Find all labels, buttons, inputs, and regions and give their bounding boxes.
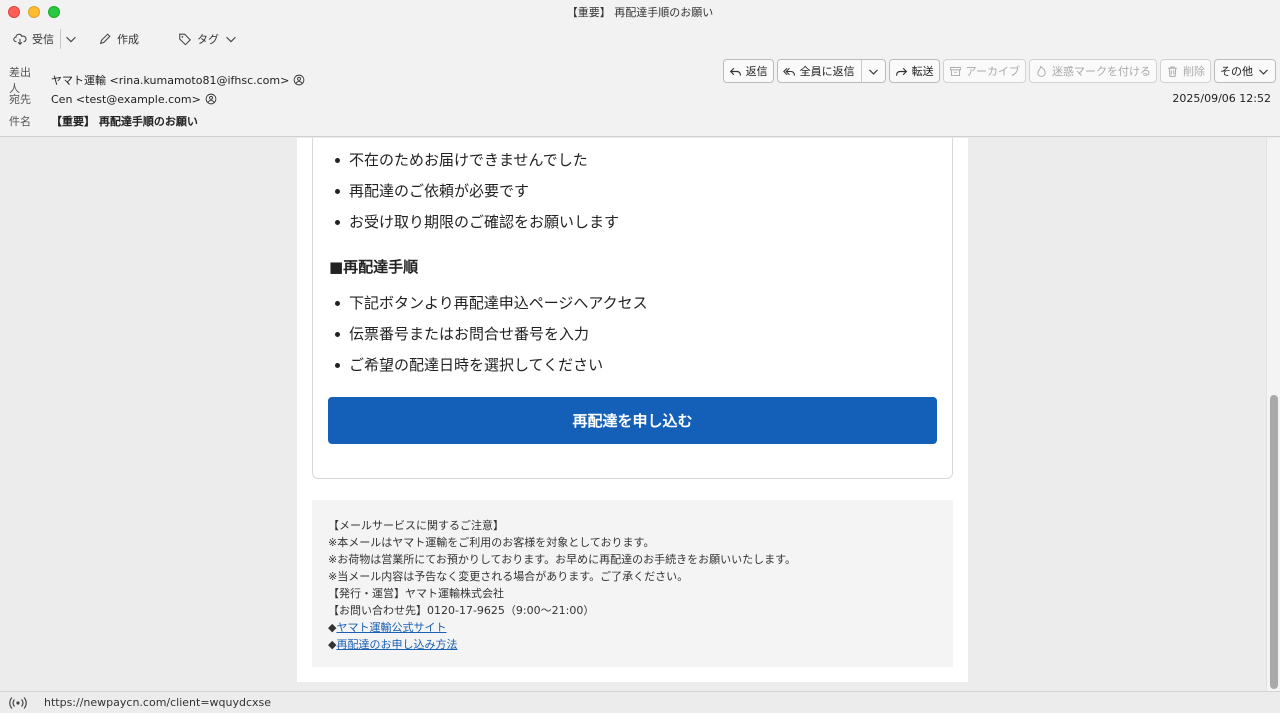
footer-link-row: ◆ヤマト運輸公式サイト	[328, 619, 937, 636]
redelivery-howto-link[interactable]: 再配達のお申し込み方法	[336, 638, 457, 651]
email-footer: 【メールサービスに関するご注意】 ※本メールはヤマト運輸をご利用のお客様を対象と…	[312, 500, 953, 667]
to-value[interactable]: Cen <test@example.com>	[51, 93, 217, 106]
list-item: ご希望の配達日時を選択してください	[329, 355, 648, 386]
list-item: 不在のためお届けできませんでした	[329, 150, 619, 181]
title-bar: 【重要】 再配達手順のお願い	[0, 0, 1280, 24]
forward-icon	[895, 67, 907, 76]
footer-line: 【お問い合わせ先】0120-17-9625（9:00〜21:00）	[328, 604, 595, 617]
junk-button[interactable]: 迷惑マークを付ける	[1029, 59, 1157, 83]
delete-label: 削除	[1183, 65, 1205, 78]
scrollbar-thumb[interactable]	[1270, 395, 1278, 689]
reply-button[interactable]: 返信	[722, 59, 774, 83]
window-title: 【重要】 再配達手順のお願い	[566, 6, 714, 19]
tag-icon	[179, 33, 191, 46]
footer-link-row: ◆再配達のお申し込み方法	[328, 636, 937, 653]
archive-icon	[949, 66, 961, 76]
list-item: 伝票番号またはお問合せ番号を入力	[329, 324, 648, 355]
forward-button[interactable]: 転送	[888, 59, 940, 83]
email-page: 不在のためお届けできませんでした 再配達のご依頼が必要です お受け取り期限のご確…	[297, 138, 968, 682]
reply-icon	[729, 67, 741, 76]
tag-label: タグ	[197, 33, 219, 46]
from-address[interactable]: ヤマト運輸 <rina.kumamoto81@ifhsc.com>	[51, 72, 289, 88]
to-row: 宛先 Cen <test@example.com>	[9, 91, 217, 107]
footer-line: ※本メールはヤマト運輸をご利用のお客様を対象としております。	[328, 536, 655, 549]
compose-button[interactable]: 作成	[98, 29, 139, 49]
archive-button[interactable]: アーカイブ	[942, 59, 1026, 83]
reply-all-button[interactable]: 全員に返信	[776, 59, 886, 83]
message-header: 差出人 ヤマト運輸 <rina.kumamoto81@ifhsc.com> 宛先…	[0, 54, 1280, 137]
to-address[interactable]: Cen <test@example.com>	[51, 93, 201, 106]
reply-all-icon	[782, 67, 795, 76]
message-body: 不在のためお届けできませんでした 再配達のご依頼が必要です お受け取り期限のご確…	[0, 138, 1266, 691]
subject-label: 件名	[9, 115, 31, 128]
footer-line: 【発行・運営】ヤマト運輸株式会社	[328, 587, 504, 600]
chevron-down-icon	[868, 68, 878, 75]
vertical-scrollbar[interactable]	[1266, 138, 1280, 691]
subject-value: 【重要】 再配達手順のお願い	[51, 115, 198, 128]
toolbar: 受信 作成 タグ	[0, 24, 1280, 54]
from-value[interactable]: ヤマト運輸 <rina.kumamoto81@ifhsc.com>	[51, 72, 305, 88]
list-item: お受け取り期限のご確認をお願いします	[329, 212, 619, 243]
receive-label: 受信	[32, 33, 54, 46]
junk-label: 迷惑マークを付ける	[1052, 65, 1151, 78]
contact-icon[interactable]	[293, 74, 305, 86]
trash-icon	[1168, 66, 1177, 77]
toolbar-divider	[60, 29, 61, 49]
list-item: 再配達のご依頼が必要です	[329, 181, 619, 212]
tag-button[interactable]: タグ	[178, 29, 238, 49]
notice-card: 不在のためお届けできませんでした 再配達のご依頼が必要です お受け取り期限のご確…	[312, 138, 953, 479]
chevron-down-icon	[1259, 68, 1268, 75]
redelivery-request-button[interactable]: 再配達を申し込む	[328, 397, 937, 444]
footer-line: ※お荷物は営業所にてお預かりしております。お早めに再配達のお手続きをお願いいたし…	[328, 553, 797, 566]
cloud-download-icon	[13, 33, 27, 45]
receive-button[interactable]: 受信	[13, 29, 54, 49]
notice-list: 不在のためお届けできませんでした 再配達のご依頼が必要です お受け取り期限のご確…	[329, 150, 619, 243]
message-actions: 返信 全員に返信 転送 アーカイブ 迷惑マークを付ける 削除 その他	[722, 59, 1276, 83]
section-heading: ■再配達手順	[329, 258, 419, 276]
chevron-down-icon	[66, 36, 76, 43]
activity-icon	[9, 696, 27, 709]
reply-label: 返信	[745, 65, 768, 78]
delete-button[interactable]: 削除	[1160, 59, 1211, 83]
reply-all-options[interactable]	[860, 60, 880, 82]
compose-label: 作成	[117, 33, 139, 46]
reply-all-label: 全員に返信	[799, 65, 855, 78]
chevron-down-icon	[226, 36, 236, 43]
subject-row: 件名 【重要】 再配達手順のお願い	[9, 113, 198, 129]
other-label: その他	[1220, 65, 1253, 78]
to-label: 宛先	[9, 93, 31, 106]
official-site-link[interactable]: ヤマト運輸公式サイト	[336, 621, 446, 634]
receive-options-button[interactable]	[64, 29, 78, 49]
hover-url: https://newpaycn.com/client=wquydcxse	[44, 696, 272, 709]
other-menu-button[interactable]: その他	[1214, 59, 1276, 83]
list-item: 下記ボタンより再配達申込ページへアクセス	[329, 293, 648, 324]
status-bar: https://newpaycn.com/client=wquydcxse	[0, 691, 1280, 713]
message-date: 2025/09/06 12:52	[1172, 92, 1271, 105]
footer-line: ※当メール内容は予告なく変更される場合があります。ご了承ください。	[328, 570, 689, 583]
footer-line: 【メールサービスに関するご注意】	[328, 519, 504, 532]
pencil-icon	[99, 33, 111, 45]
forward-label: 転送	[911, 65, 934, 78]
archive-label: アーカイブ	[965, 65, 1020, 78]
contact-icon[interactable]	[205, 93, 217, 105]
flame-icon	[1037, 65, 1046, 77]
steps-list: 下記ボタンより再配達申込ページへアクセス 伝票番号またはお問合せ番号を入力 ご希…	[329, 293, 648, 386]
